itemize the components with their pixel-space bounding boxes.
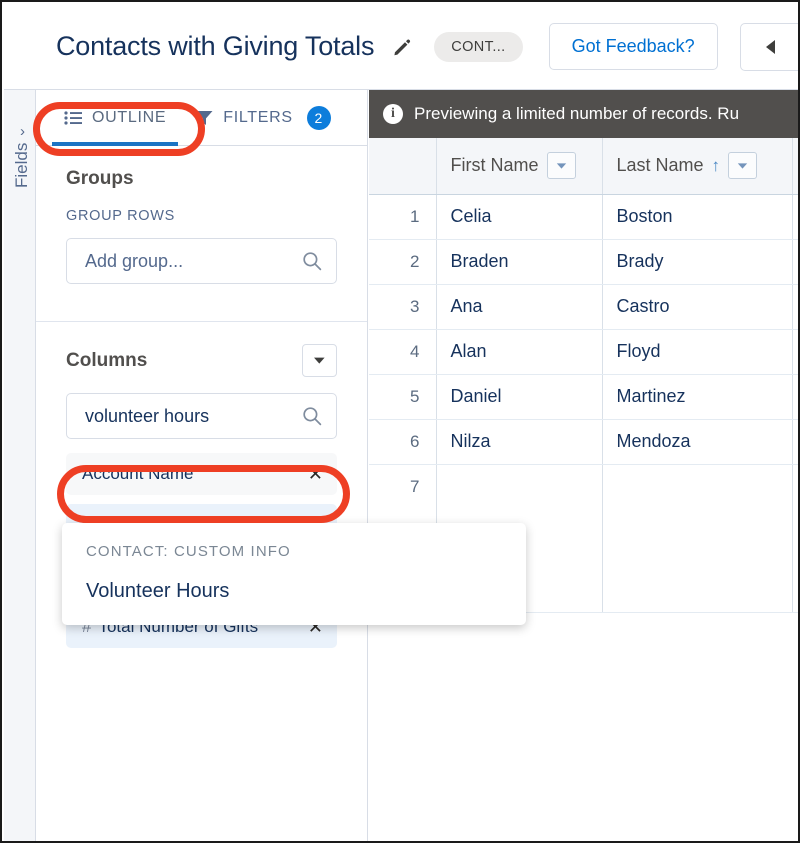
cell-first-name[interactable]: Nilza [436, 419, 603, 465]
columns-heading: Columns [66, 349, 148, 371]
dropdown-group-label: CONTACT: CUSTOM INFO [86, 543, 291, 560]
cell-spacer [792, 464, 798, 613]
cell-last-name[interactable] [602, 464, 793, 613]
report-type-badge[interactable]: CONT... [434, 31, 523, 62]
caret-down-icon[interactable] [546, 152, 576, 180]
pencil-icon[interactable] [392, 36, 412, 58]
preview-banner: i Previewing a limited number of records… [369, 90, 798, 138]
fields-rail-label: Fields [12, 142, 31, 188]
cell-spacer [792, 329, 798, 375]
tab-outline[interactable]: OUTLINE [51, 90, 179, 146]
cell-spacer [792, 419, 798, 465]
cell-last-name[interactable]: Floyd [602, 329, 793, 375]
column-chip-label: Account Name [82, 464, 194, 483]
cell-spacer [792, 374, 798, 420]
cell-spacer [792, 194, 798, 240]
column-header-index [369, 138, 437, 195]
cell-first-name[interactable]: Daniel [436, 374, 603, 420]
groups-section: Groups GROUP ROWS Add group... [36, 146, 367, 322]
outline-panel: OUTLINE FILTERS 2 Groups GROUP ROWS Add … [36, 90, 368, 841]
row-index: 5 [369, 374, 437, 420]
column-header-last-name-label: Last Name [616, 155, 704, 176]
filters-count-badge: 2 [306, 105, 331, 130]
list-icon [64, 110, 82, 125]
cell-last-name[interactable]: Castro [602, 284, 793, 330]
got-feedback-button[interactable]: Got Feedback? [548, 23, 718, 70]
table-row[interactable]: 2 Braden Brady [369, 239, 798, 285]
table-header-row: First Name Last Name ↑ [369, 138, 798, 195]
close-icon[interactable]: ✕ [300, 465, 323, 483]
cell-last-name[interactable]: Boston [602, 194, 793, 240]
tab-outline-label: OUTLINE [92, 108, 167, 126]
cell-spacer [792, 284, 798, 330]
add-column-input[interactable]: volunteer hours [66, 393, 337, 439]
tab-filters-label: FILTERS [223, 108, 293, 126]
row-index: 6 [369, 419, 437, 465]
funnel-icon [196, 110, 213, 126]
row-index: 2 [369, 239, 437, 285]
row-index: 3 [369, 284, 437, 330]
cell-first-name[interactable]: Braden [436, 239, 603, 285]
tab-filters[interactable]: FILTERS 2 [196, 90, 331, 145]
table-row[interactable]: 5 Daniel Martinez [369, 374, 798, 420]
report-preview: i Previewing a limited number of records… [369, 90, 798, 841]
column-header-first-name[interactable]: First Name [436, 138, 603, 195]
columns-menu-button[interactable] [302, 344, 337, 377]
table-row[interactable]: 1 Celia Boston [369, 194, 798, 240]
column-header-spacer [792, 138, 798, 195]
column-header-first-name-label: First Name [450, 155, 539, 176]
cell-spacer [792, 239, 798, 285]
chevron-right-icon: › [19, 122, 25, 140]
table-row[interactable]: 4 Alan Floyd [369, 329, 798, 375]
sort-ascending-icon[interactable]: ↑ [712, 157, 721, 174]
panel-tabs: OUTLINE FILTERS 2 [36, 90, 367, 146]
page-title: Contacts with Giving Totals [56, 31, 375, 61]
table-row[interactable]: 3 Ana Castro [369, 284, 798, 330]
row-index: 4 [369, 329, 437, 375]
caret-down-icon[interactable] [728, 152, 758, 180]
table-row[interactable]: 6 Nilza Mendoza [369, 419, 798, 465]
cell-first-name[interactable]: Ana [436, 284, 603, 330]
column-header-last-name[interactable]: Last Name ↑ [602, 138, 793, 195]
report-header: Contacts with Giving Totals CONT... Got … [4, 4, 798, 90]
cell-last-name[interactable]: Martinez [602, 374, 793, 420]
search-icon [302, 406, 322, 426]
overflow-menu-button[interactable] [739, 22, 798, 71]
cell-last-name[interactable]: Mendoza [602, 419, 793, 465]
add-group-placeholder: Add group... [85, 250, 184, 271]
search-icon [302, 251, 322, 271]
cell-first-name[interactable]: Celia [436, 194, 603, 240]
add-group-input[interactable]: Add group... [66, 238, 337, 284]
preview-banner-text: Previewing a limited number of records. … [414, 104, 740, 123]
groups-heading: Groups [66, 168, 134, 189]
group-rows-label: GROUP ROWS [66, 208, 176, 224]
report-builder-screen: Contacts with Giving Totals CONT... Got … [0, 0, 800, 843]
cell-first-name[interactable]: Alan [436, 329, 603, 375]
cell-last-name[interactable]: Brady [602, 239, 793, 285]
add-column-value: volunteer hours [85, 405, 210, 426]
row-index: 1 [369, 194, 437, 240]
column-chip[interactable]: Account Name ✕ [66, 453, 337, 495]
info-icon: i [383, 104, 403, 124]
column-search-dropdown: CONTACT: CUSTOM INFO Volunteer Hours [62, 523, 526, 625]
fields-rail-toggle[interactable]: › Fields [4, 90, 36, 841]
dropdown-option-volunteer-hours[interactable]: Volunteer Hours [62, 576, 526, 611]
